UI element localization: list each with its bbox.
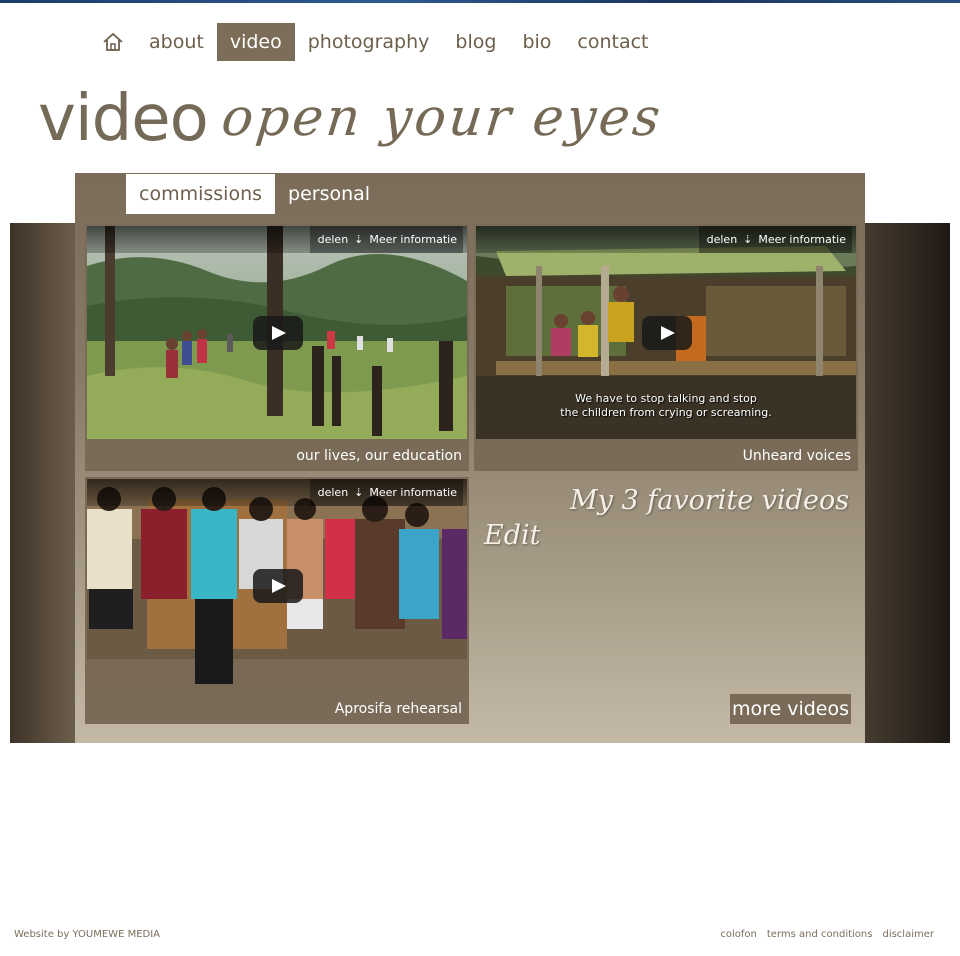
share-icon[interactable]: ⇣ bbox=[354, 233, 363, 246]
share-link[interactable]: delen bbox=[318, 233, 349, 246]
more-info-link[interactable]: Meer informatie bbox=[758, 233, 846, 246]
nav-item-contact[interactable]: contact bbox=[564, 23, 661, 61]
tab-personal[interactable]: personal bbox=[275, 174, 383, 214]
more-info-link[interactable]: Meer informatie bbox=[369, 233, 457, 246]
share-icon[interactable]: ⇣ bbox=[354, 486, 363, 499]
more-videos-button[interactable]: more videos bbox=[730, 694, 851, 724]
video-tabs: commissions personal bbox=[126, 174, 383, 214]
favorites-title: My 3 favorite videos bbox=[570, 485, 850, 516]
player-top-bar: delen ⇣ Meer informatie bbox=[476, 226, 856, 253]
play-button[interactable] bbox=[642, 316, 692, 350]
video-subtitle: We have to stop talking and stop the chi… bbox=[476, 392, 856, 420]
video-title[interactable]: Aprosifa rehearsal bbox=[335, 701, 462, 717]
video-thumbnail[interactable]: delen ⇣ Meer informatie bbox=[87, 479, 467, 692]
video-thumbnail[interactable]: delen ⇣ Meer informatie bbox=[87, 226, 467, 439]
main-nav: about video photography blog bio contact bbox=[96, 23, 662, 61]
video-title[interactable]: our lives, our education bbox=[296, 448, 462, 464]
top-bar bbox=[0, 0, 960, 3]
nav-item-blog[interactable]: blog bbox=[442, 23, 509, 61]
footer-link-colofon[interactable]: colofon bbox=[720, 929, 757, 940]
footer-links: colofon terms and conditions disclaimer bbox=[710, 929, 934, 940]
video-card-2: delen ⇣ Meer informatie We have to stop … bbox=[474, 224, 858, 471]
page-title: video bbox=[38, 82, 209, 156]
video-card-3: delen ⇣ Meer informatie Aprosifa rehears… bbox=[85, 477, 469, 724]
footer-link-disclaimer[interactable]: disclaimer bbox=[882, 929, 934, 940]
footer-link-terms[interactable]: terms and conditions bbox=[767, 929, 873, 940]
video-thumbnail[interactable]: delen ⇣ Meer informatie We have to stop … bbox=[476, 226, 856, 439]
edit-link[interactable]: Edit bbox=[484, 520, 540, 551]
share-link[interactable]: delen bbox=[707, 233, 738, 246]
player-top-bar: delen ⇣ Meer informatie bbox=[87, 226, 467, 253]
play-button[interactable] bbox=[253, 316, 303, 350]
more-info-link[interactable]: Meer informatie bbox=[369, 486, 457, 499]
share-link[interactable]: delen bbox=[318, 486, 349, 499]
subtitle-line: We have to stop talking and stop bbox=[575, 392, 757, 405]
share-icon[interactable]: ⇣ bbox=[743, 233, 752, 246]
nav-item-bio[interactable]: bio bbox=[509, 23, 564, 61]
home-icon[interactable] bbox=[96, 23, 130, 61]
play-button[interactable] bbox=[253, 569, 303, 603]
tab-commissions[interactable]: commissions bbox=[126, 174, 276, 214]
page-tagline: open your eyes bbox=[218, 88, 666, 148]
video-title[interactable]: Unheard voices bbox=[743, 448, 851, 464]
nav-item-video[interactable]: video bbox=[216, 23, 295, 61]
nav-item-photography[interactable]: photography bbox=[295, 23, 443, 61]
player-top-bar: delen ⇣ Meer informatie bbox=[87, 479, 467, 506]
footer-credit[interactable]: Website by YOUMEWE MEDIA bbox=[14, 929, 160, 940]
video-card-1: delen ⇣ Meer informatie our lives, our e… bbox=[85, 224, 469, 471]
nav-item-about[interactable]: about bbox=[136, 23, 217, 61]
subtitle-line: the children from crying or screaming. bbox=[560, 406, 772, 419]
